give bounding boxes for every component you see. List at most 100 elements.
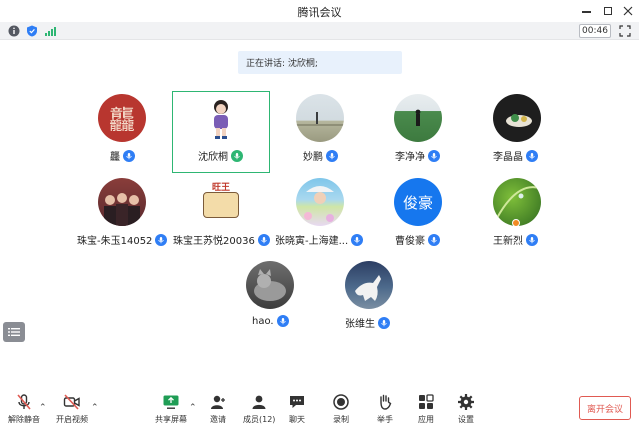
meeting-timer: 00:46 bbox=[579, 24, 611, 38]
avatar[interactable] bbox=[296, 178, 344, 226]
apps-icon bbox=[419, 394, 434, 409]
window-title: 腾讯会议 bbox=[297, 6, 342, 19]
shield-icon[interactable] bbox=[26, 25, 38, 37]
members-label: 成员(12) bbox=[243, 415, 276, 424]
participant-name: 李净净 bbox=[395, 152, 425, 163]
avatar[interactable] bbox=[98, 178, 146, 226]
participant-name-row: 李晶晶 bbox=[493, 148, 538, 163]
mic-icon bbox=[326, 149, 338, 162]
mic-icon bbox=[351, 233, 364, 246]
participant-name: 沈欣桐 bbox=[198, 152, 228, 163]
mic-icon bbox=[155, 233, 168, 246]
members-icon bbox=[252, 395, 266, 409]
fullscreen-icon[interactable] bbox=[619, 25, 631, 37]
participant-name-row: 龘 bbox=[110, 148, 135, 163]
unmute-button[interactable]: 解除静音 bbox=[8, 393, 40, 425]
participant-name-row: 张维生 bbox=[345, 315, 390, 330]
avatar[interactable] bbox=[345, 261, 393, 309]
participant-name-row: 妙鹏 bbox=[303, 148, 338, 163]
avatar[interactable] bbox=[296, 94, 344, 142]
unmute-label: 解除静音 bbox=[8, 415, 40, 424]
participant-name: 王新烈 bbox=[493, 236, 523, 247]
participant-name-row: hao. bbox=[252, 315, 289, 327]
share-screen-icon bbox=[163, 395, 179, 409]
participant-name-row: 李净净 bbox=[395, 148, 440, 163]
avatar[interactable] bbox=[197, 94, 245, 142]
participant-name: 张维生 bbox=[345, 319, 375, 330]
mic-icon bbox=[428, 233, 440, 246]
chat-button[interactable]: 聊天 bbox=[288, 393, 306, 425]
participant-name: 珠宝-朱玉14052 bbox=[77, 236, 153, 247]
speaking-banner: 正在讲话: 沈欣桐; bbox=[238, 51, 402, 74]
apps-button[interactable]: 应用 bbox=[417, 393, 435, 425]
participant-name-row: 沈欣桐 bbox=[198, 148, 243, 163]
participant-name-row: 曹俊豪 bbox=[395, 232, 440, 247]
participant-name: 张晓寅-上海建... bbox=[275, 236, 349, 247]
avatar[interactable]: 俊豪 bbox=[394, 178, 442, 226]
sticker-text: 旺王 bbox=[211, 183, 230, 193]
apps-label: 应用 bbox=[418, 415, 434, 424]
title-bar: 腾讯会议 bbox=[0, 0, 639, 22]
meeting-toolbar: 解除静音 ⌃ 开启视频 ⌃ 共享屏幕 ⌃ 邀请 成员(12) 聊天 录制 举手 … bbox=[0, 389, 639, 426]
participant-name: 曹俊豪 bbox=[395, 236, 425, 247]
avatar[interactable] bbox=[394, 94, 442, 142]
mic-muted-icon bbox=[17, 394, 31, 410]
raise-hand-button[interactable]: 举手 bbox=[376, 393, 394, 425]
share-screen-button[interactable]: 共享屏幕 bbox=[155, 393, 187, 425]
meeting-info-bar: 00:46 bbox=[0, 22, 639, 40]
participant-name-row: 张晓寅-上海建... bbox=[275, 232, 364, 247]
invite-icon bbox=[211, 395, 225, 409]
participant-name: 龘 bbox=[110, 152, 120, 163]
speaking-label: 正在讲话: 沈欣桐; bbox=[246, 59, 318, 69]
minimize-button[interactable] bbox=[578, 3, 594, 19]
participant-name-row: 珠宝-朱玉14052 bbox=[77, 232, 168, 247]
gear-icon bbox=[458, 394, 474, 410]
record-button[interactable]: 录制 bbox=[332, 393, 350, 425]
raise-hand-icon bbox=[380, 394, 392, 410]
maximize-icon bbox=[604, 7, 612, 15]
settings-button[interactable]: 设置 bbox=[457, 393, 475, 425]
mic-icon bbox=[378, 316, 390, 329]
chat-label: 聊天 bbox=[289, 415, 305, 424]
audio-options-chevron-icon[interactable]: ⌃ bbox=[39, 403, 47, 413]
participant-name-row: 珠宝王苏悦20036 bbox=[173, 232, 270, 247]
record-icon bbox=[333, 394, 349, 410]
members-button[interactable]: 成员(12) bbox=[243, 393, 275, 425]
chat-icon bbox=[290, 396, 304, 408]
start-video-label: 开启视频 bbox=[56, 415, 88, 424]
avatar[interactable]: 龘 bbox=[98, 94, 146, 142]
close-button[interactable] bbox=[620, 3, 636, 19]
minimize-icon bbox=[581, 11, 591, 13]
settings-label: 设置 bbox=[458, 415, 474, 424]
avatar[interactable] bbox=[493, 94, 541, 142]
participant-name-row: 王新烈 bbox=[493, 232, 538, 247]
camera-off-icon bbox=[63, 394, 80, 410]
start-video-button[interactable]: 开启视频 bbox=[56, 393, 88, 425]
avatar[interactable] bbox=[246, 261, 294, 309]
invite-button[interactable]: 邀请 bbox=[209, 393, 227, 425]
share-screen-label: 共享屏幕 bbox=[155, 415, 187, 424]
raise-hand-label: 举手 bbox=[377, 415, 393, 424]
invite-label: 邀请 bbox=[210, 415, 226, 424]
participant-name: 李晶晶 bbox=[493, 152, 523, 163]
avatar[interactable]: 旺王 bbox=[197, 178, 245, 226]
maximize-button[interactable] bbox=[600, 3, 616, 19]
mic-icon bbox=[526, 233, 538, 246]
info-icon[interactable] bbox=[8, 25, 20, 37]
participant-name: hao. bbox=[252, 315, 274, 327]
avatar-glyph: 龘 bbox=[108, 105, 135, 136]
signal-icon[interactable] bbox=[44, 25, 56, 37]
mic-icon bbox=[257, 233, 270, 246]
list-icon bbox=[8, 328, 20, 336]
sticker-card bbox=[203, 192, 239, 218]
share-options-chevron-icon[interactable]: ⌃ bbox=[189, 403, 197, 413]
mic-icon bbox=[123, 149, 135, 162]
video-options-chevron-icon[interactable]: ⌃ bbox=[91, 403, 99, 413]
mic-icon bbox=[276, 315, 289, 327]
mic-icon bbox=[231, 149, 243, 162]
side-list-button[interactable] bbox=[3, 322, 25, 342]
mic-icon bbox=[526, 149, 538, 162]
mic-icon bbox=[428, 149, 440, 162]
close-icon bbox=[623, 6, 633, 16]
leave-meeting-button[interactable]: 离开会议 bbox=[579, 396, 631, 420]
